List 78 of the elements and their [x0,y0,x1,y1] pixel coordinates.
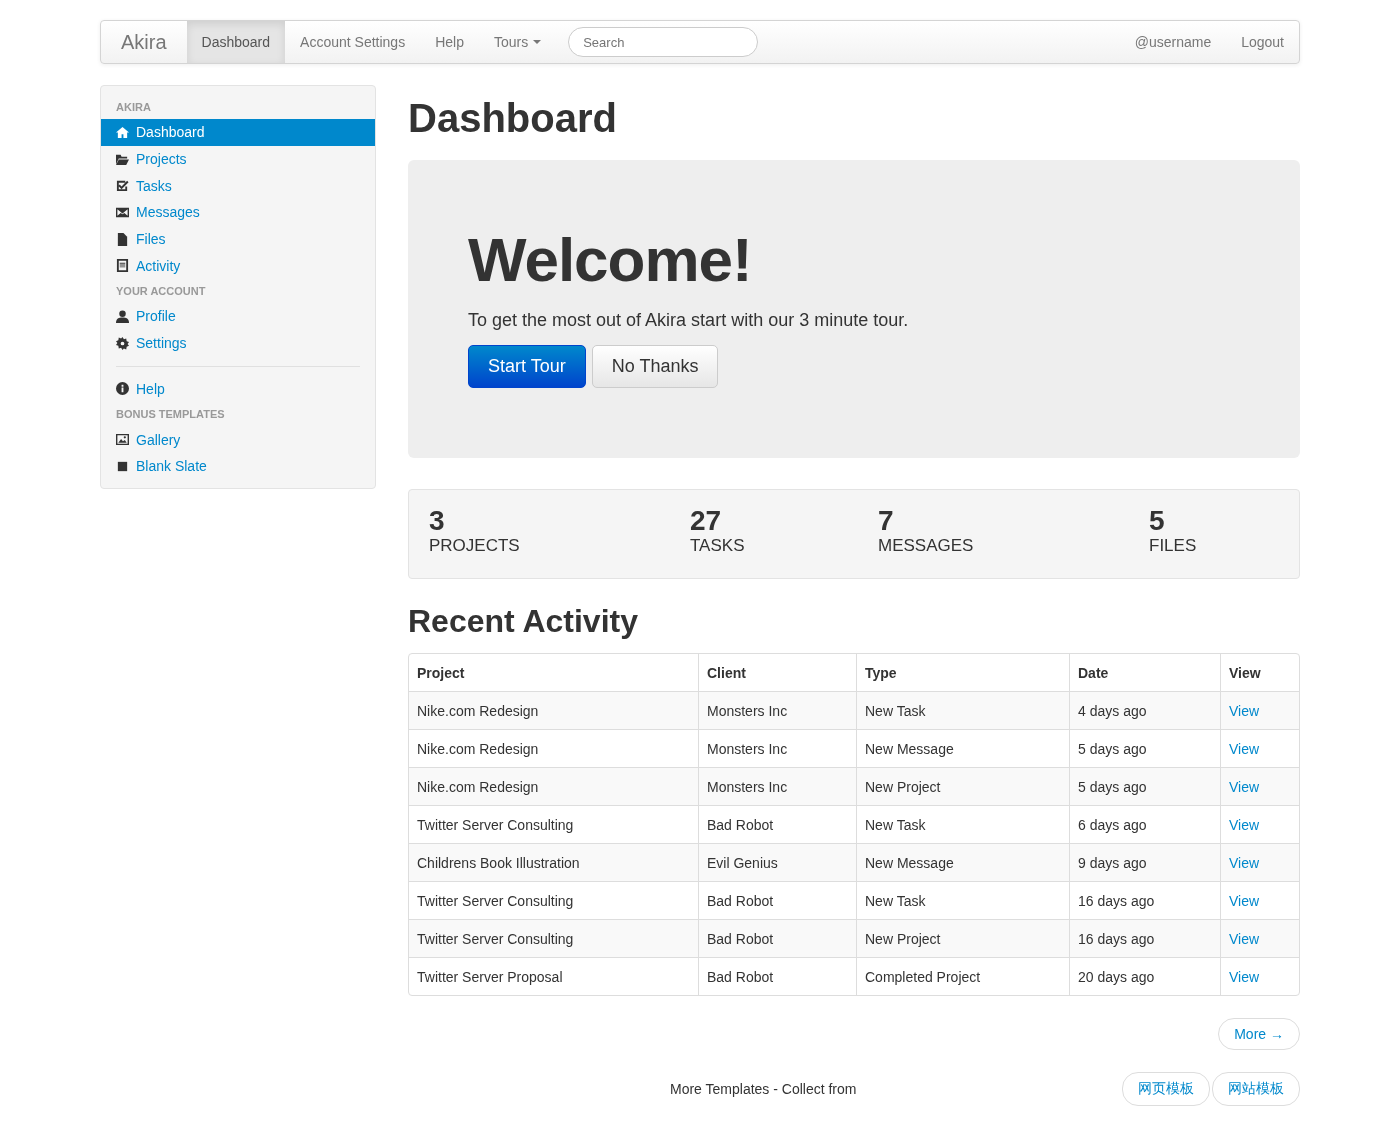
stat-count: 27 [690,506,723,536]
welcome-text: To get the most out of Akira start with our 3 minute tour. [468,310,910,331]
table-cell: 5 days ago [1069,767,1220,805]
table-cell: Childrens Book Illustration [409,843,698,881]
table-cell: 20 days ago [1069,957,1220,995]
table-cell: Twitter Server Proposal [409,957,698,995]
table-cell: New Project [856,919,1069,957]
username-link[interactable]: @username [1119,21,1227,63]
stat-label: MESSAGES [878,536,975,556]
table-cell: Monsters Inc [698,691,856,729]
welcome-heading: Welcome! [468,224,753,296]
file-icon [116,232,129,246]
stat-count: 5 [1149,506,1166,536]
gear-icon [116,336,129,350]
list-icon [116,259,129,273]
sidebar-item[interactable]: Gallery [101,426,375,453]
sidebar-item[interactable]: Files [101,225,375,253]
sidebar-item[interactable]: Messages [101,199,375,226]
sidebar-item[interactable]: Blank Slate [101,452,375,480]
stat-count: 3 [429,506,446,536]
table-cell: 9 days ago [1069,843,1220,881]
sidebar-item[interactable]: Settings [101,329,375,357]
nav-link[interactable]: Tours [478,21,557,63]
home-icon [116,125,129,139]
view-link[interactable]: View [1220,957,1299,995]
stat-label: FILES [1149,536,1198,556]
sidebar-item[interactable]: Tasks [101,172,375,200]
view-link[interactable]: View [1220,843,1299,881]
logout-link[interactable]: Logout [1226,21,1299,63]
sidebar-header: AKIRA [115,100,152,115]
stat-count: 7 [878,506,895,536]
table-cell: New Task [856,691,1069,729]
dismiss-button[interactable]: No Thanks [591,345,719,388]
sidebar-item[interactable]: Activity [101,252,375,280]
nav-link[interactable]: Account Settings [285,21,421,63]
folder-icon [116,152,129,166]
more-button[interactable]: More → [1218,1018,1300,1050]
view-link[interactable]: View [1220,919,1299,957]
stat-label: TASKS [690,536,746,556]
sidebar-header: YOUR ACCOUNT [115,284,207,300]
info-icon [116,382,129,396]
caret-icon [533,39,542,45]
table-cell: 4 days ago [1069,691,1220,729]
nav-link[interactable]: Dashboard [186,21,286,63]
sidebar-item[interactable]: Profile [101,303,375,330]
image-icon [116,433,129,447]
template-link[interactable]: 网页模板 [1122,1072,1210,1106]
view-link[interactable]: View [1220,767,1299,805]
table-cell: Monsters Inc [698,767,856,805]
section-title: Recent Activity [408,602,639,641]
sidebar-item[interactable]: Projects [101,145,375,173]
sidebar-item[interactable]: Dashboard [101,119,375,146]
table-cell: Bad Robot [698,957,856,995]
table-cell: Nike.com Redesign [409,767,698,805]
table-cell: Completed Project [856,957,1069,995]
footer-text: More Templates - Collect from [670,1081,857,1097]
nav-link[interactable]: Help [420,21,479,63]
page-title: Dashboard [408,95,618,142]
brand-link[interactable]: Akira [101,21,187,63]
mail-icon [116,205,129,219]
table-cell: New Project [856,767,1069,805]
template-link[interactable]: 网站模板 [1212,1072,1300,1106]
stat-label: PROJECTS [429,536,521,556]
sidebar-item[interactable]: Help [101,375,375,403]
start-tour-button[interactable]: Start Tour [468,345,586,388]
check-icon [116,179,129,193]
table-cell: 16 days ago [1069,919,1220,957]
column-header: Project [416,663,466,683]
table-cell: Twitter Server Consulting [409,919,698,957]
table-cell: New Message [856,843,1069,881]
search-field[interactable]: Search [568,27,759,57]
sidebar-header: BONUS TEMPLATES [115,407,226,423]
square-icon [116,459,129,473]
view-link[interactable]: View [1220,691,1299,729]
table-cell: Evil Genius [698,843,856,881]
user-icon [116,309,129,323]
table-cell: Bad Robot [698,919,856,957]
table-cell: Nike.com Redesign [409,691,698,729]
